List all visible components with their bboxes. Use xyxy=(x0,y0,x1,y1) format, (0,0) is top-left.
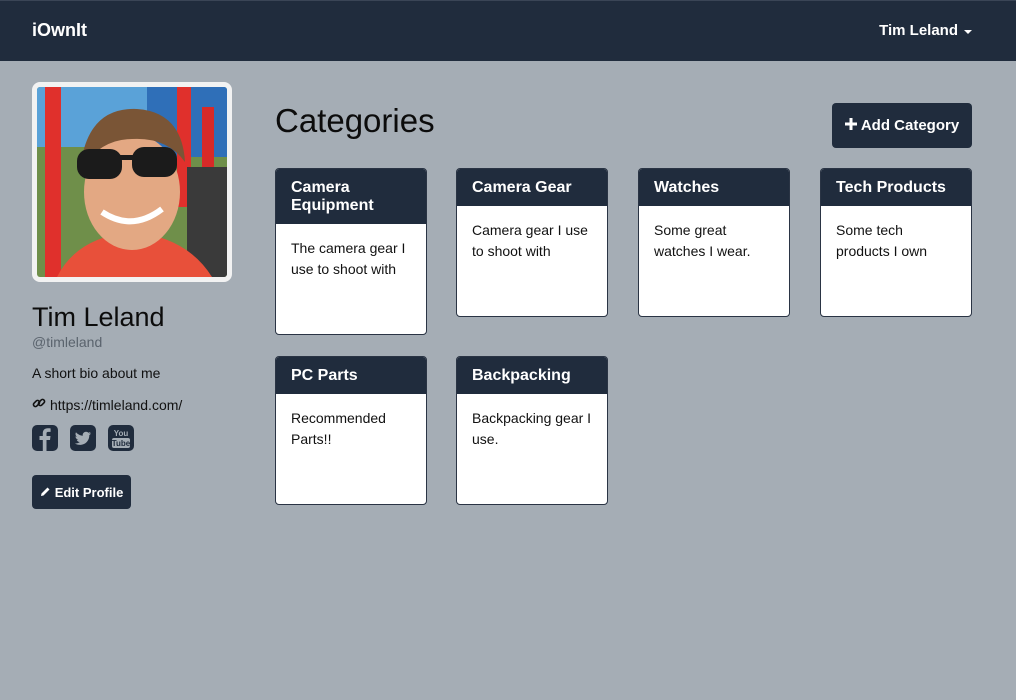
facebook-icon[interactable] xyxy=(32,425,58,451)
category-card-title: Camera Gear xyxy=(457,169,607,206)
svg-text:You: You xyxy=(114,429,129,438)
add-category-button[interactable]: Add Category xyxy=(832,103,972,148)
profile-name: Tim Leland xyxy=(32,302,165,332)
avatar xyxy=(32,82,232,282)
category-card-description: The camera gear I use to shoot with xyxy=(291,240,406,277)
page-title: Categories xyxy=(275,102,435,139)
twitter-icon[interactable] xyxy=(70,425,96,451)
edit-profile-button[interactable]: Edit Profile xyxy=(32,475,131,509)
category-card-title: Backpacking xyxy=(457,357,607,394)
add-category-label: Add Category xyxy=(860,117,960,134)
category-card-description: Some tech products I own xyxy=(836,222,928,259)
user-menu-dropdown[interactable]: Tim Leland xyxy=(879,22,972,39)
profile-website-text: https://timleland.com/ xyxy=(50,396,183,413)
brand-logo[interactable]: iOwnIt xyxy=(32,20,87,41)
category-card[interactable]: PC Parts Recommended Parts!! xyxy=(275,356,427,505)
category-card-title: Watches xyxy=(639,169,789,206)
category-card-description: Camera gear I use to shoot with xyxy=(472,222,588,259)
category-card[interactable]: Backpacking Backpacking gear I use. xyxy=(456,356,608,505)
link-icon xyxy=(32,396,46,413)
category-card-title: Tech Products xyxy=(821,169,971,206)
svg-text:Tube: Tube xyxy=(112,439,131,448)
category-card-description: Recommended Parts!! xyxy=(291,410,386,447)
user-menu-label: Tim Leland xyxy=(879,22,958,39)
category-card[interactable]: Tech Products Some tech products I own xyxy=(820,168,972,317)
pencil-icon xyxy=(40,485,51,500)
category-card[interactable]: Watches Some great watches I wear. xyxy=(638,168,790,317)
category-card-title: PC Parts xyxy=(276,357,426,394)
youtube-icon[interactable]: You Tube xyxy=(108,425,134,451)
top-navbar: iOwnIt Tim Leland xyxy=(0,0,1016,61)
edit-profile-label: Edit Profile xyxy=(54,484,124,500)
caret-down-icon xyxy=(964,29,972,34)
category-card[interactable]: Camera Equipment The camera gear I use t… xyxy=(275,168,427,335)
profile-website-link[interactable]: https://timleland.com/ xyxy=(32,396,182,413)
category-card-description: Some great watches I wear. xyxy=(654,222,751,259)
plus-icon xyxy=(844,117,857,134)
category-card-title: Camera Equipment xyxy=(276,169,426,224)
category-card[interactable]: Camera Gear Camera gear I use to shoot w… xyxy=(456,168,608,317)
category-card-description: Backpacking gear I use. xyxy=(472,410,592,447)
profile-bio: A short bio about me xyxy=(32,365,161,381)
profile-handle: @timleland xyxy=(32,334,103,350)
